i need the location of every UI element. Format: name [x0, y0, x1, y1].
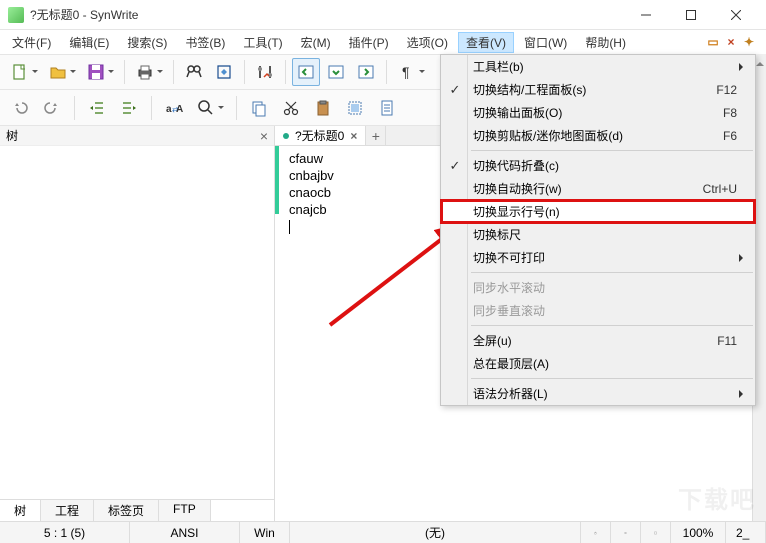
menu-item-toolbar[interactable]: 工具栏(b)	[441, 55, 755, 78]
status-zoom[interactable]: 100%	[671, 522, 726, 543]
menu-item-sync-v: 同步垂直滚动	[441, 299, 755, 322]
redo-button[interactable]	[38, 94, 66, 122]
close-button[interactable]	[713, 0, 758, 30]
editor-tab[interactable]: ?无标题0 ×	[275, 126, 366, 145]
status-lexer[interactable]: (无)	[290, 522, 581, 543]
menu-macro[interactable]: 宏(M)	[293, 32, 339, 53]
modified-dot-icon	[283, 133, 289, 139]
settings-button[interactable]	[251, 58, 279, 86]
tab-title: ?无标题0	[295, 127, 344, 144]
save-file-button[interactable]	[82, 58, 110, 86]
panel-left-button[interactable]	[292, 58, 320, 86]
window-title: ?无标题0 - SynWrite	[30, 6, 138, 23]
status-position: 5 : 1 (5)	[0, 522, 130, 543]
nonprint-button[interactable]: ¶	[393, 58, 421, 86]
menu-item-toggle-output[interactable]: 切换输出面板(O)F8	[441, 101, 755, 124]
menu-item-sync-h: 同步水平滚动	[441, 276, 755, 299]
zoom-button[interactable]	[192, 94, 220, 122]
text-cursor	[289, 220, 290, 234]
sidebar-tab-ftp[interactable]: FTP	[159, 500, 211, 521]
menu-plugins[interactable]: 插件(P)	[341, 32, 397, 53]
change-gutter	[275, 146, 279, 214]
menu-edit[interactable]: 编辑(E)	[61, 32, 117, 53]
menu-item-toggle-wrap[interactable]: 切换自动换行(w)Ctrl+U	[441, 177, 755, 200]
titlebar: ?无标题0 - SynWrite	[0, 0, 766, 30]
menu-help[interactable]: 帮助(H)	[577, 32, 634, 53]
svg-text:¶: ¶	[402, 64, 410, 80]
sidebar-tab-tree[interactable]: 树	[0, 500, 41, 521]
menu-item-toggle-nonprint[interactable]: 切换不可打印	[441, 246, 755, 269]
menu-search[interactable]: 搜索(S)	[119, 32, 175, 53]
status-encoding[interactable]: ANSI	[130, 522, 240, 543]
menu-tools[interactable]: 工具(T)	[235, 32, 290, 53]
status-wrap-icon[interactable]	[611, 522, 641, 543]
status-extra: 2_	[726, 522, 766, 543]
menu-item-toggle-struct[interactable]: ✓切换结构/工程面板(s)F12	[441, 78, 755, 101]
menu-item-always-top[interactable]: 总在最顶层(A)	[441, 352, 755, 375]
case-button[interactable]: a⇄A	[160, 94, 188, 122]
copy-button[interactable]	[245, 94, 273, 122]
status-eol[interactable]: Win	[240, 522, 290, 543]
cut-button[interactable]	[277, 94, 305, 122]
menu-item-toggle-fold[interactable]: ✓切换代码折叠(c)	[441, 154, 755, 177]
menu-item-fullscreen[interactable]: 全屏(u)F11	[441, 329, 755, 352]
menu-options[interactable]: 选项(O)	[399, 32, 456, 53]
svg-text:A: A	[176, 104, 183, 115]
extra-star-icon[interactable]: ✦	[742, 35, 756, 49]
sidebar-close-icon[interactable]: ×	[260, 128, 268, 144]
indent-left-button[interactable]	[83, 94, 111, 122]
menu-item-toggle-ruler[interactable]: 切换标尺	[441, 223, 755, 246]
sidebar-tab-project[interactable]: 工程	[41, 500, 94, 521]
undo-button[interactable]	[6, 94, 34, 122]
doc-button[interactable]	[373, 94, 401, 122]
select-all-button[interactable]	[341, 94, 369, 122]
app-icon	[8, 7, 24, 23]
new-file-button[interactable]	[6, 58, 34, 86]
extra-x-icon[interactable]: ×	[724, 35, 738, 49]
menu-item-toggle-clip[interactable]: 切换剪贴板/迷你地图面板(d)F6	[441, 124, 755, 147]
goto-button[interactable]	[210, 58, 238, 86]
panel-bottom-button[interactable]	[322, 58, 350, 86]
new-tab-button[interactable]: +	[366, 126, 386, 145]
sidebar-title: 树	[6, 127, 18, 144]
tree-view[interactable]	[0, 146, 274, 499]
panel-right-button[interactable]	[352, 58, 380, 86]
minimize-button[interactable]	[623, 0, 668, 30]
tab-close-icon[interactable]: ×	[350, 129, 357, 143]
maximize-button[interactable]	[668, 0, 713, 30]
menu-bookmark[interactable]: 书签(B)	[177, 32, 233, 53]
paste-button[interactable]	[309, 94, 337, 122]
status-lock-icon[interactable]	[581, 522, 611, 543]
indent-right-button[interactable]	[115, 94, 143, 122]
menu-file[interactable]: 文件(F)	[4, 32, 59, 53]
sidebar-panel: 树 × 树 工程 标签页 FTP	[0, 126, 275, 521]
find-button[interactable]	[180, 58, 208, 86]
statusbar: 5 : 1 (5) ANSI Win (无) 100% 2_	[0, 521, 766, 543]
menubar: 文件(F) 编辑(E) 搜索(S) 书签(B) 工具(T) 宏(M) 插件(P)…	[0, 30, 766, 54]
print-button[interactable]	[131, 58, 159, 86]
status-sel-icon[interactable]	[641, 522, 671, 543]
menu-item-toggle-linenum[interactable]: 切换显示行号(n)	[441, 200, 755, 223]
view-dropdown-menu: 工具栏(b) ✓切换结构/工程面板(s)F12 切换输出面板(O)F8 切换剪贴…	[440, 54, 756, 406]
menu-window[interactable]: 窗口(W)	[516, 32, 575, 53]
extra-rect-icon[interactable]: ▭	[706, 35, 720, 49]
sidebar-tab-tabs[interactable]: 标签页	[94, 500, 159, 521]
open-file-button[interactable]	[44, 58, 72, 86]
menu-item-lexer[interactable]: 语法分析器(L)	[441, 382, 755, 405]
menu-view[interactable]: 查看(V)	[458, 32, 514, 53]
